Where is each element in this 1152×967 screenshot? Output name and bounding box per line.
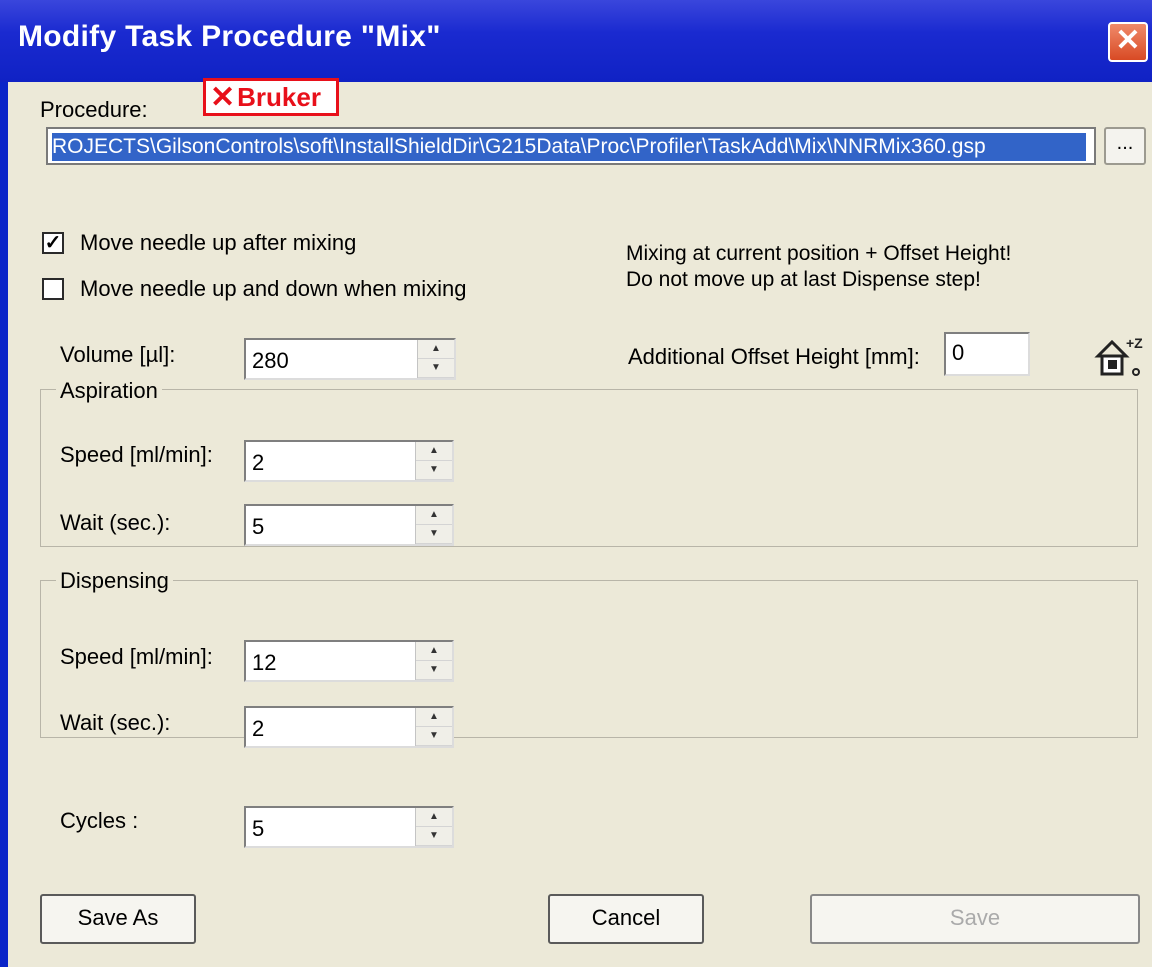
title-bar[interactable]: Modify Task Procedure "Mix" ✕ xyxy=(0,0,1152,82)
dispensing-speed-value: 12 xyxy=(252,650,277,675)
aspiration-speed-value: 2 xyxy=(252,450,265,475)
aspiration-speed-stepper[interactable]: 2 ▲ ▼ xyxy=(244,440,454,482)
spin-down-icon[interactable]: ▼ xyxy=(416,661,452,680)
dispensing-speed-stepper[interactable]: 12 ▲ ▼ xyxy=(244,640,454,682)
cycles-stepper[interactable]: 5 ▲ ▼ xyxy=(244,806,454,848)
offset-label: Additional Offset Height [mm]: xyxy=(628,344,920,369)
spin-down-icon[interactable]: ▼ xyxy=(416,727,452,746)
aspiration-wait-label: Wait (sec.): xyxy=(60,510,171,535)
dispensing-speed-label: Speed [ml/min]: xyxy=(60,644,213,669)
aspiration-wait-value: 5 xyxy=(252,514,265,539)
bruker-logo: ✕ Bruker xyxy=(203,78,339,116)
cycles-value: 5 xyxy=(252,816,265,841)
spin-up-icon[interactable]: ▲ xyxy=(418,340,454,359)
aspiration-speed-label: Speed [ml/min]: xyxy=(60,442,213,467)
offset-value: 0 xyxy=(952,340,965,365)
close-button[interactable]: ✕ xyxy=(1108,22,1148,62)
cycles-label: Cycles : xyxy=(60,808,139,833)
bruker-x-icon: ✕ xyxy=(210,80,236,114)
dispensing-speed-spin-arrows[interactable]: ▲ ▼ xyxy=(415,642,452,680)
spin-down-icon[interactable]: ▼ xyxy=(416,827,452,846)
svg-text:+Z: +Z xyxy=(1126,335,1143,351)
spin-up-icon[interactable]: ▲ xyxy=(416,442,452,461)
volume-value: 280 xyxy=(252,348,289,373)
aspiration-speed-spin-arrows[interactable]: ▲ ▼ xyxy=(415,442,452,480)
home-offset-z-icon[interactable]: +Z xyxy=(1094,334,1144,380)
dispensing-wait-label: Wait (sec.): xyxy=(60,710,171,735)
spin-down-icon[interactable]: ▼ xyxy=(418,359,454,378)
aspiration-title: Aspiration xyxy=(56,378,162,404)
save-button[interactable]: Save xyxy=(810,894,1140,944)
offset-input[interactable]: 0 xyxy=(944,332,1030,376)
move-up-checkbox[interactable]: ✓ xyxy=(42,232,64,254)
cancel-button[interactable]: Cancel xyxy=(548,894,704,944)
spin-down-icon[interactable]: ▼ xyxy=(416,525,452,544)
spin-up-icon[interactable]: ▲ xyxy=(416,808,452,827)
aspiration-group xyxy=(40,389,1138,547)
volume-label: Volume [µl]: xyxy=(60,342,176,367)
spin-up-icon[interactable]: ▲ xyxy=(416,506,452,525)
dispensing-wait-stepper[interactable]: 2 ▲ ▼ xyxy=(244,706,454,748)
dispensing-wait-value: 2 xyxy=(252,716,265,741)
spin-up-icon[interactable]: ▲ xyxy=(416,642,452,661)
window-title: Modify Task Procedure "Mix" xyxy=(18,20,441,53)
dispensing-wait-spin-arrows[interactable]: ▲ ▼ xyxy=(415,708,452,746)
procedure-path-input[interactable]: ROJECTS\GilsonControls\soft\InstallShiel… xyxy=(46,127,1096,165)
cycles-spin-arrows[interactable]: ▲ ▼ xyxy=(415,808,452,846)
spin-up-icon[interactable]: ▲ xyxy=(416,708,452,727)
aspiration-wait-stepper[interactable]: 5 ▲ ▼ xyxy=(244,504,454,546)
move-up-label: Move needle up after mixing xyxy=(80,230,357,255)
move-up-down-checkbox[interactable] xyxy=(42,278,64,300)
browse-button[interactable]: ... xyxy=(1104,127,1146,165)
dispensing-title: Dispensing xyxy=(56,568,173,594)
bruker-logo-text: Bruker xyxy=(237,81,321,112)
info-line-1: Mixing at current position + Offset Heig… xyxy=(626,242,1012,265)
info-line-2: Do not move up at last Dispense step! xyxy=(626,268,981,291)
procedure-label: Procedure: xyxy=(40,97,148,122)
close-icon: ✕ xyxy=(1115,24,1141,57)
move-up-down-label: Move needle up and down when mixing xyxy=(80,276,467,301)
dialog-window: Modify Task Procedure "Mix" ✕ Procedure:… xyxy=(0,0,1152,967)
aspiration-wait-spin-arrows[interactable]: ▲ ▼ xyxy=(415,506,452,544)
volume-spin-arrows[interactable]: ▲ ▼ xyxy=(417,340,454,378)
save-as-button[interactable]: Save As xyxy=(40,894,196,944)
spin-down-icon[interactable]: ▼ xyxy=(416,461,452,480)
procedure-path-value: ROJECTS\GilsonControls\soft\InstallShiel… xyxy=(52,133,1086,161)
volume-stepper[interactable]: 280 ▲ ▼ xyxy=(244,338,456,380)
